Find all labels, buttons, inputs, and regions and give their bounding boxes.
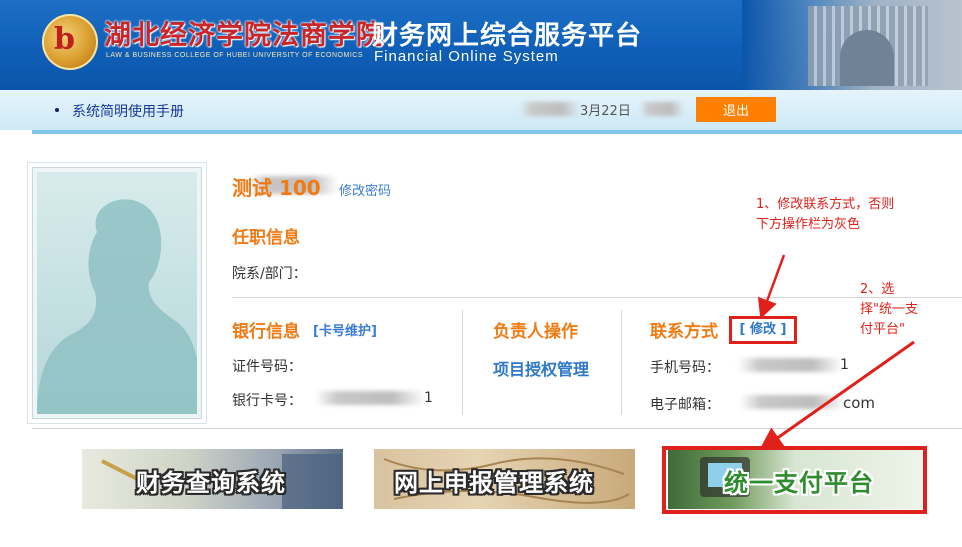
change-password-link[interactable]: 修改密码 xyxy=(339,180,391,199)
header-banner: b 湖北经济学院法商学院 LAW & BUSINESS COLLEGE OF H… xyxy=(0,0,962,90)
department-label: 院系/部门： xyxy=(232,266,307,282)
redacted-card-number xyxy=(315,391,425,405)
bank-card-tail: 1 xyxy=(424,390,433,406)
system-title-en: Financial Online System xyxy=(374,48,559,65)
edit-contact-button[interactable]: [ 修改 ] xyxy=(729,316,797,344)
redacted-user xyxy=(640,102,684,116)
project-auth-link[interactable]: 项目授权管理 xyxy=(493,356,589,380)
finance-query-label: 财务查询系统 xyxy=(136,469,286,497)
online-declaration-label: 网上申报管理系统 xyxy=(394,469,594,497)
column-divider xyxy=(621,310,622,415)
redacted-date xyxy=(520,102,580,116)
avatar xyxy=(32,167,202,419)
redacted-phone xyxy=(738,358,843,372)
user-name: 测试 100 xyxy=(232,176,321,200)
annotation-arrow-1 xyxy=(757,254,786,320)
email-label: 电子邮箱： xyxy=(650,397,720,413)
school-name-en: LAW & BUSINESS COLLEGE OF HUBEI UNIVERSI… xyxy=(106,52,363,59)
bank-info-title: 银行信息 xyxy=(232,322,300,342)
employment-info-title: 任职信息 xyxy=(232,228,300,248)
logout-button[interactable]: 退出 xyxy=(696,97,776,122)
school-name: 湖北经济学院法商学院 xyxy=(104,20,384,51)
online-declaration-banner[interactable]: 网上申报管理系统 xyxy=(374,449,635,509)
id-number-label: 证件号码： xyxy=(232,359,302,375)
building-arch-image xyxy=(840,30,894,86)
avatar-silhouette xyxy=(37,172,197,414)
finance-query-banner[interactable]: 财务查询系统 xyxy=(82,449,343,509)
email-tail: com xyxy=(843,394,876,412)
topbar-divider xyxy=(32,130,962,134)
phone-tail: 1 xyxy=(840,357,849,373)
manual-link[interactable]: 系统简明使用手册 xyxy=(53,101,184,121)
manager-ops-title: 负责人操作 xyxy=(493,322,578,342)
school-logo-icon: b xyxy=(42,14,98,70)
highlight-frame xyxy=(662,446,927,514)
date-text: 3月22日 xyxy=(580,104,631,119)
bank-card-label: 银行卡号： xyxy=(232,393,302,409)
annotation-note-2: 2、选择"统一支付平台" xyxy=(860,282,918,337)
contact-title: 联系方式 xyxy=(650,322,718,342)
section-divider xyxy=(232,297,962,298)
bottom-divider xyxy=(32,428,962,429)
phone-label: 手机号码： xyxy=(650,360,720,376)
annotation-note-1: 1、修改联系方式，否则下方操作栏为灰色 xyxy=(756,197,895,232)
redacted-email xyxy=(740,395,845,409)
column-divider xyxy=(462,310,463,415)
card-maintain-link[interactable]: [卡号维护] xyxy=(313,320,377,339)
system-title: 财务网上综合服务平台 xyxy=(372,21,643,51)
